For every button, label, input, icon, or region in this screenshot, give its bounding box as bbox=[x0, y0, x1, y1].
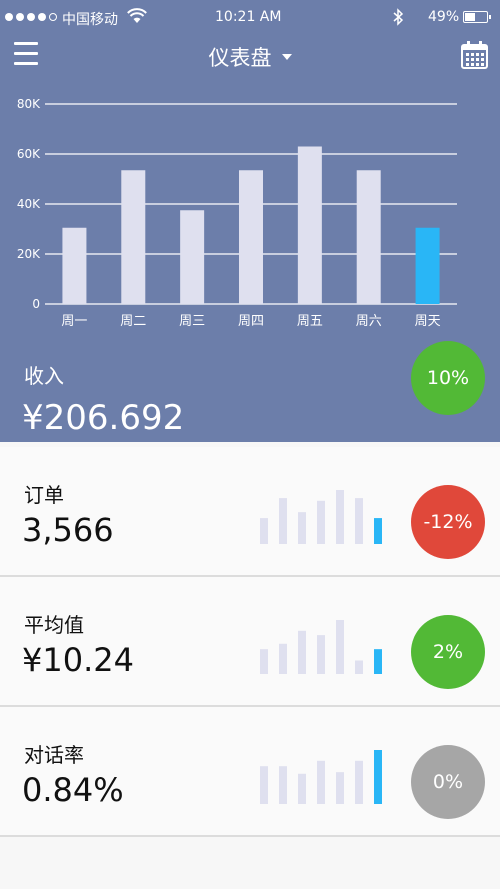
caret-down-icon bbox=[281, 54, 292, 60]
navigation-bar: 仪表盘 bbox=[0, 38, 500, 74]
sparkline-bar bbox=[260, 649, 268, 674]
orders-change-badge: -12% bbox=[411, 485, 485, 559]
y-tick-label: 80K bbox=[17, 97, 41, 111]
y-tick-label: 20K bbox=[17, 247, 41, 261]
chart-bar bbox=[297, 146, 322, 304]
x-tick-label: 周一 bbox=[61, 314, 87, 329]
x-tick-label: 周二 bbox=[120, 314, 146, 329]
sparkline-bar bbox=[279, 643, 287, 674]
dashboard-header: 中国移动 10:21 AM 49% 仪表盘 0 20K 40K 60K 80K … bbox=[0, 0, 500, 442]
average-value-card[interactable]: 平均值 ¥10.24 2% bbox=[0, 577, 500, 707]
x-tick-label: 周三 bbox=[179, 314, 205, 329]
y-tick-label: 0 bbox=[32, 297, 40, 311]
weekly-revenue-chart: 0 20K 40K 60K 80K 周一 周二 周三 周四 周五 周六 周天 bbox=[17, 97, 457, 329]
sparkline-bar bbox=[355, 498, 363, 544]
sparkline-bar bbox=[298, 630, 306, 674]
chart-bar bbox=[62, 227, 87, 304]
clock: 10:21 AM bbox=[215, 9, 282, 25]
y-tick-label: 40K bbox=[17, 197, 41, 211]
card-label: 平均值 bbox=[24, 613, 84, 637]
chart-bar bbox=[121, 170, 146, 304]
status-bar: 中国移动 10:21 AM 49% bbox=[0, 0, 500, 34]
page-title: 仪表盘 bbox=[208, 46, 272, 70]
sparkline-bar bbox=[336, 620, 344, 674]
orders-card[interactable]: 订单 3,566 -12% bbox=[0, 447, 500, 577]
sparkline-bar bbox=[355, 660, 363, 674]
sparkline-bar bbox=[374, 649, 382, 674]
dashboard-selector[interactable]: 仪表盘 bbox=[150, 42, 350, 72]
chart-bar bbox=[356, 170, 381, 304]
revenue-change-badge: 10% bbox=[411, 341, 485, 415]
card-value: 0.84% bbox=[22, 771, 124, 809]
sparkline-bar bbox=[317, 760, 325, 804]
calendar-icon[interactable] bbox=[461, 41, 488, 69]
sparkline-bar bbox=[317, 635, 325, 674]
conversion-rate-card[interactable]: 对话率 0.84% 0% bbox=[0, 707, 500, 837]
sparkline-bar bbox=[355, 760, 363, 804]
sparkline-bar bbox=[336, 772, 344, 804]
sparkline-bar bbox=[260, 518, 268, 544]
conversion-rate-change-badge: 0% bbox=[411, 745, 485, 819]
x-tick-label: 周五 bbox=[297, 314, 323, 329]
sparkline-bar bbox=[336, 490, 344, 544]
average-value-change-badge: 2% bbox=[411, 615, 485, 689]
revenue-label: 收入 bbox=[24, 364, 64, 388]
y-tick-label: 60K bbox=[17, 147, 41, 161]
sparkline-bar bbox=[279, 766, 287, 804]
sparkline-bar bbox=[260, 766, 268, 804]
chart-bar bbox=[415, 227, 440, 304]
x-tick-label: 周天 bbox=[415, 314, 441, 329]
menu-button[interactable] bbox=[14, 42, 38, 68]
card-value: ¥10.24 bbox=[22, 641, 134, 679]
sparkline-bar bbox=[298, 773, 306, 804]
orders-sparkline bbox=[260, 490, 382, 544]
chart-bar bbox=[180, 210, 205, 304]
wifi-icon bbox=[127, 8, 147, 23]
x-tick-label: 周四 bbox=[238, 314, 264, 329]
sparkline-bar bbox=[374, 750, 382, 804]
card-value: 3,566 bbox=[22, 511, 114, 549]
x-tick-label: 周六 bbox=[356, 314, 382, 329]
battery-icon bbox=[463, 11, 491, 23]
revenue-value: ¥206.692 bbox=[22, 398, 185, 438]
hamburger-menu-icon bbox=[14, 42, 38, 65]
battery-percentage: 49% bbox=[428, 9, 460, 25]
signal-strength-icon bbox=[5, 13, 57, 21]
average-value-sparkline bbox=[260, 620, 382, 674]
card-label: 对话率 bbox=[24, 743, 84, 767]
chart-bar bbox=[239, 170, 263, 304]
sparkline-bar bbox=[317, 500, 325, 544]
sparkline-bar bbox=[298, 512, 306, 544]
battery-level-fill bbox=[465, 13, 476, 21]
sparkline-bar bbox=[279, 498, 287, 544]
card-label: 订单 bbox=[24, 483, 64, 507]
sparkline-bar bbox=[374, 518, 382, 544]
conversion-rate-sparkline bbox=[260, 750, 382, 804]
carrier-name: 中国移动 bbox=[62, 12, 118, 28]
bluetooth-icon bbox=[393, 8, 404, 26]
